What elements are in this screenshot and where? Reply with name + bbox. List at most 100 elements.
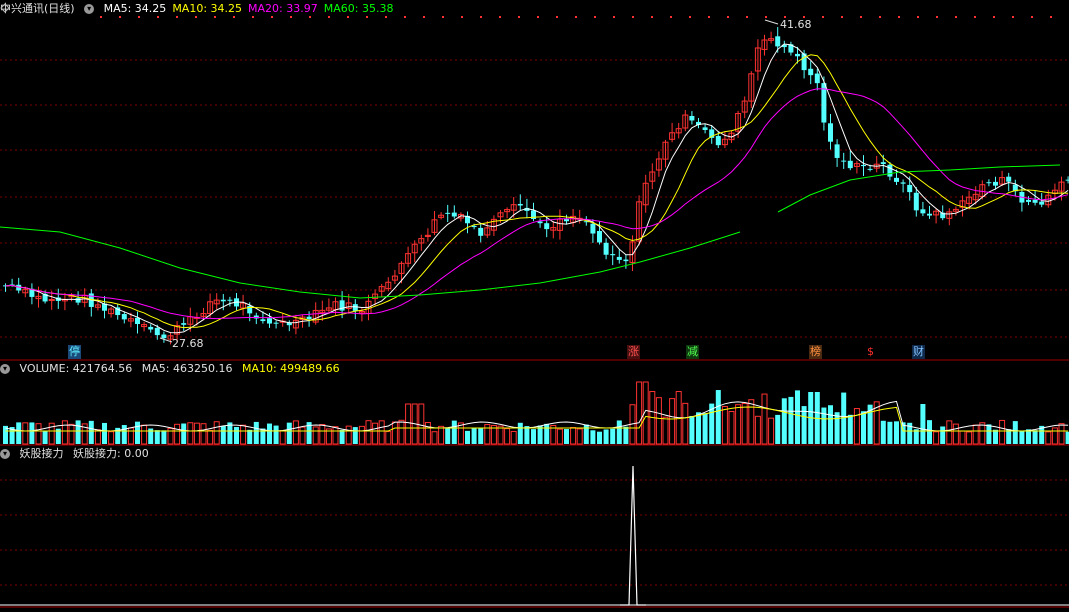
event-marker-3[interactable]: 榜	[809, 345, 822, 359]
dot-marker	[822, 16, 824, 18]
candle-down	[616, 256, 622, 260]
volume-bar-down	[834, 412, 840, 444]
dot-marker	[537, 16, 539, 18]
volume-bar-up	[174, 423, 181, 445]
volume-bar-up	[669, 398, 676, 445]
candle-down	[121, 314, 127, 320]
candle-down	[715, 135, 721, 146]
dot-marker	[746, 16, 748, 18]
candle-down	[1026, 199, 1031, 202]
candle-down	[181, 323, 187, 325]
volume-bar-up	[405, 403, 412, 445]
candle-down	[828, 123, 833, 142]
volume-bar-up	[754, 415, 761, 445]
volume-bar-down	[524, 426, 530, 444]
volume-bar-up	[319, 424, 326, 445]
candle-down	[795, 53, 800, 57]
kline-chart[interactable]	[0, 0, 1069, 612]
candle-down	[1032, 199, 1038, 203]
volume-bar-up	[570, 427, 577, 445]
volume-bar-down	[267, 423, 272, 444]
event-marker-5[interactable]: 财	[912, 345, 925, 359]
volume-bar-up	[761, 393, 768, 445]
candle-down	[867, 168, 873, 170]
dot-marker	[366, 16, 368, 18]
volume-bar-down	[1032, 430, 1038, 444]
volume-bar-down	[788, 396, 794, 444]
volume-bar-down	[564, 429, 569, 444]
volume-bar-down	[88, 420, 94, 444]
candle-down	[993, 181, 998, 186]
volume-bar-down	[1019, 431, 1025, 444]
candle-down	[597, 230, 602, 243]
volume-bar-down	[696, 412, 701, 444]
volume-bar-up	[141, 424, 148, 445]
volume-bar-down	[940, 426, 946, 444]
volume-bar-down	[1026, 429, 1031, 444]
volume-bar-up	[358, 425, 365, 445]
volume-ma5-line	[5, 400, 1069, 432]
dot-marker	[708, 16, 710, 18]
dot-marker	[442, 16, 444, 18]
volume-bar-up	[385, 431, 392, 445]
volume-bar-down	[29, 422, 35, 444]
volume-bar-down	[603, 429, 609, 444]
event-marker-1[interactable]: 涨	[627, 345, 640, 359]
volume-bar-down	[583, 424, 589, 444]
dot-marker	[423, 16, 425, 18]
candle-down	[841, 160, 847, 162]
volume-bar-up	[853, 408, 860, 445]
volume-bar-down	[610, 428, 616, 444]
candle-down	[154, 327, 160, 336]
volume-bar-up	[721, 405, 728, 445]
volume-bar-down	[544, 423, 550, 444]
candle-down	[471, 225, 477, 228]
volume-bar-up	[999, 419, 1006, 445]
dot-marker	[765, 16, 767, 18]
candle-down	[603, 242, 609, 255]
candle-down	[887, 164, 893, 177]
dot-marker	[271, 16, 273, 18]
dot-marker	[917, 16, 919, 18]
volume-bar-up	[22, 422, 29, 445]
candle-down	[907, 184, 913, 193]
dot-marker	[404, 16, 406, 18]
volume-bar-down	[121, 425, 127, 444]
dot-marker	[651, 16, 653, 18]
volume-bar-up	[1051, 427, 1058, 445]
volume-bar-down	[478, 428, 484, 444]
candle-down	[847, 160, 853, 169]
candle-down	[1065, 179, 1069, 181]
dot-marker	[176, 16, 178, 18]
volume-bar-up	[94, 429, 101, 445]
volume-bar-up	[946, 420, 953, 445]
dot-marker	[480, 16, 482, 18]
volume-bar-down	[590, 430, 596, 444]
event-marker-4[interactable]: $	[866, 345, 875, 359]
volume-bar-down	[715, 390, 721, 444]
volume-bar-up	[398, 419, 405, 445]
volume-bar-down	[920, 404, 926, 444]
candle-down	[808, 68, 814, 76]
candle-down	[220, 299, 226, 302]
volume-bar-up	[372, 422, 379, 445]
volume-bar-down	[1065, 431, 1069, 444]
ma60-line	[0, 226, 741, 299]
candle-down	[260, 319, 266, 322]
dot-marker	[1050, 16, 1052, 18]
candle-down	[544, 223, 550, 230]
volume-bar-up	[292, 420, 299, 445]
volume-bar-down	[253, 421, 259, 444]
event-marker-2[interactable]: 减	[686, 345, 699, 359]
volume-bar-down	[795, 390, 800, 444]
event-marker-0[interactable]: 停	[68, 345, 81, 359]
dot-marker	[252, 16, 254, 18]
volume-bar-up	[636, 381, 643, 445]
dot-marker	[347, 16, 349, 18]
high-marker-line	[764, 19, 779, 25]
volume-bar-up	[510, 430, 517, 445]
dot-marker	[385, 16, 387, 18]
volume-bar-up	[457, 422, 464, 445]
candle-down	[1039, 201, 1045, 205]
volume-bar-down	[352, 427, 358, 444]
